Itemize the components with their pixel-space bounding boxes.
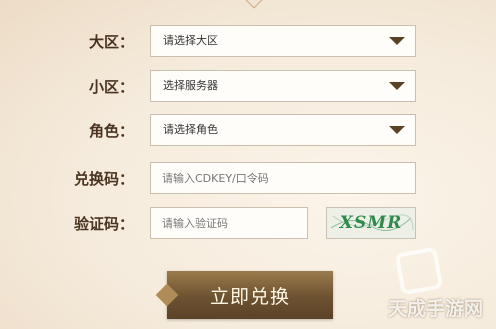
button-notch (155, 283, 179, 307)
chevron-down-icon (389, 126, 405, 134)
top-ornament (245, 0, 263, 9)
captcha-row: 验证码： XSMR (0, 207, 496, 241)
captcha-image[interactable]: XSMR (326, 207, 416, 239)
role-select[interactable]: 请选择角色 (150, 114, 416, 146)
role-label: 角色： (88, 122, 134, 140)
cdkey-input[interactable] (150, 162, 416, 194)
captcha-text: XSMR (339, 213, 403, 233)
subregion-select[interactable]: 选择服务器 (150, 70, 416, 102)
watermark-text: 天成手游网 (388, 298, 484, 320)
code-row: 兑换码： (0, 162, 496, 196)
chevron-down-icon (389, 37, 405, 45)
subregion-row: 小区： 选择服务器 (0, 70, 496, 104)
captcha-label: 验证码： (73, 215, 134, 233)
redeem-button-label: 立即兑换 (209, 285, 290, 308)
redeem-button[interactable]: 立即兑换 (155, 271, 333, 319)
chevron-down-icon (389, 82, 405, 90)
region-label: 大区： (88, 33, 134, 51)
region-select-value: 请选择大区 (163, 34, 218, 47)
region-row: 大区： 请选择大区 (0, 25, 496, 59)
role-select-value: 请选择角色 (163, 123, 218, 136)
captcha-input[interactable] (150, 207, 308, 239)
subregion-select-value: 选择服务器 (163, 79, 218, 92)
code-label: 兑换码： (73, 170, 134, 188)
role-row: 角色： 请选择角色 (0, 114, 496, 148)
region-select[interactable]: 请选择大区 (150, 25, 416, 57)
watermark-logo-icon (394, 246, 444, 296)
subregion-label: 小区： (88, 78, 134, 96)
